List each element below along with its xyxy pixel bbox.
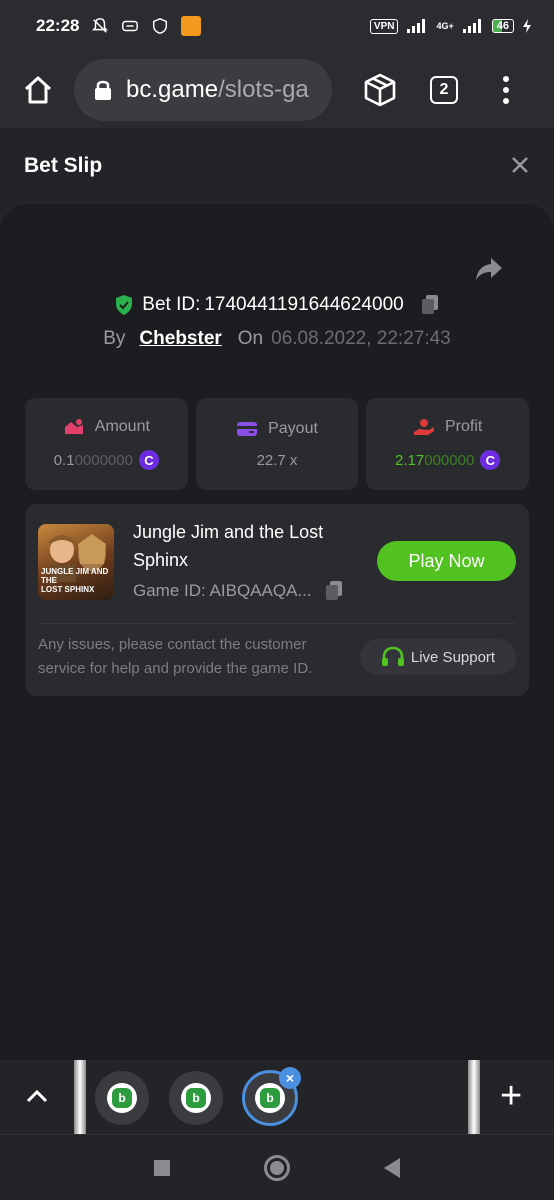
bet-id-value: 1740441191644624000: [204, 294, 404, 315]
close-tab-button[interactable]: ×: [279, 1067, 301, 1089]
home-dot: [270, 1160, 284, 1175]
game-id-value: AIBQAAQA...: [209, 581, 312, 600]
payout-label: Payout: [268, 419, 318, 437]
copy-game-id-icon[interactable]: [324, 580, 344, 602]
amount-value-main: 0.1: [53, 451, 75, 469]
help-text: Any issues, please contact the customer …: [38, 636, 313, 677]
bc-game-icon: b: [181, 1083, 211, 1113]
page-title: Bet Slip: [24, 154, 103, 177]
divider: [38, 623, 516, 624]
wallet-icon: [237, 421, 258, 436]
charging-icon: [523, 19, 531, 33]
game-id-row: Game ID: AIBQAAQA...: [133, 580, 344, 602]
close-icon: [512, 157, 528, 173]
on-label: On: [237, 328, 264, 349]
back-button[interactable]: [384, 1157, 400, 1178]
tab-switcher-strip: b b b × +: [0, 1060, 554, 1134]
app-notification-icon: [122, 20, 139, 32]
close-button[interactable]: [510, 151, 530, 181]
system-nav-bar: [0, 1134, 554, 1200]
tab-thumbnail-1[interactable]: b: [95, 1071, 149, 1125]
by-label: By: [103, 328, 126, 349]
recents-button[interactable]: [154, 1159, 170, 1176]
status-bar: 22:28 VPN 4G+ 46: [0, 0, 554, 52]
more-menu-button[interactable]: [496, 76, 516, 104]
strip-edge-left: [74, 1060, 86, 1134]
home-button[interactable]: [16, 68, 60, 112]
dot: [503, 98, 509, 104]
bet-detail-card: Bet ID: 1740441191644624000 By Chebster …: [0, 204, 554, 1060]
profit-label: Profit: [445, 418, 483, 435]
copy-icon[interactable]: [420, 294, 440, 316]
game-thumbnail[interactable]: JUNGLE JIM AND THE LOST SPHINX: [38, 524, 114, 600]
bet-stats: Amount 0.10000000 C Payout 22.7 x Profit…: [25, 398, 530, 490]
url-path: /slots-ga: [218, 76, 309, 103]
notifications-off-icon: [92, 18, 109, 33]
profit-icon: [414, 419, 434, 435]
bet-id-row: Bet ID: 1740441191644624000: [0, 294, 554, 316]
live-support-label: Live Support: [410, 648, 496, 666]
bet-author-row: By Chebster On 06.08.2022, 22:27:43: [0, 328, 554, 350]
live-support-button[interactable]: Live Support: [360, 639, 516, 675]
play-now-button[interactable]: Play Now: [377, 541, 516, 581]
bet-id-label: Bet ID:: [142, 294, 201, 315]
coin-icon: C: [480, 450, 501, 470]
bet-slip-header: Bet Slip: [0, 128, 554, 204]
shield-status-icon: [153, 18, 168, 34]
headset-icon: [381, 646, 404, 666]
game-title[interactable]: Jungle Jim and the Lost Sphinx: [133, 518, 373, 574]
payout-stat: Payout 22.7 x: [195, 398, 359, 490]
tab-thumbnail-2[interactable]: b: [169, 1071, 223, 1125]
amount-icon: [64, 419, 83, 434]
battery-indicator: 46: [491, 19, 514, 33]
new-tab-button[interactable]: +: [500, 1074, 522, 1118]
strip-edge-right: [468, 1060, 480, 1134]
share-icon[interactable]: [474, 256, 504, 282]
user-link[interactable]: Chebster: [139, 328, 221, 350]
chevron-up-icon[interactable]: [22, 1082, 52, 1112]
verified-shield-icon: [116, 295, 133, 315]
vpn-indicator: VPN: [369, 18, 399, 34]
url-host: bc.game: [126, 76, 219, 103]
home-icon: [24, 76, 52, 104]
browser-toolbar: bc.game/slots-ga 2: [0, 52, 554, 128]
dot: [503, 87, 509, 93]
amount-label: Amount: [94, 418, 150, 435]
profit-value-main: 2.17: [395, 451, 425, 469]
app-badge-icon: [181, 16, 202, 36]
profit-value-rest: 000000: [424, 451, 475, 469]
coin-icon: C: [138, 450, 159, 470]
bc-game-icon: b: [255, 1083, 285, 1113]
payout-value: 22.7 x: [256, 451, 298, 469]
signal-icon: [407, 19, 426, 33]
amount-stat: Amount 0.10000000 C: [25, 398, 188, 490]
game-thumbnail-caption: JUNGLE JIM AND THE LOST SPHINX: [41, 567, 109, 594]
home-nav-button[interactable]: [264, 1154, 290, 1181]
network-type: 4G+: [436, 21, 454, 31]
game-id-label: Game ID:: [133, 581, 206, 600]
bet-date: 06.08.2022, 22:27:43: [271, 328, 451, 349]
signal-icon-2: [462, 19, 481, 33]
amount-value-rest: 0000000: [74, 451, 133, 469]
dot: [503, 76, 509, 82]
tab-thumbnail-active[interactable]: b ×: [242, 1067, 301, 1126]
lock-icon: [95, 80, 111, 100]
status-time: 22:28: [36, 16, 80, 35]
bet-slip-panel: Bet ID: 1740441191644624000 By Chebster …: [0, 204, 554, 1060]
cube-icon: [364, 73, 396, 107]
bc-game-icon: b: [107, 1083, 137, 1113]
profit-stat: Profit 2.17000000 C: [366, 398, 530, 490]
tab-count-button[interactable]: 2: [430, 76, 458, 104]
address-bar[interactable]: bc.game/slots-ga: [74, 59, 332, 121]
game-info-box: JUNGLE JIM AND THE LOST SPHINX Jungle Jim…: [25, 504, 529, 696]
extension-button[interactable]: [358, 68, 402, 112]
